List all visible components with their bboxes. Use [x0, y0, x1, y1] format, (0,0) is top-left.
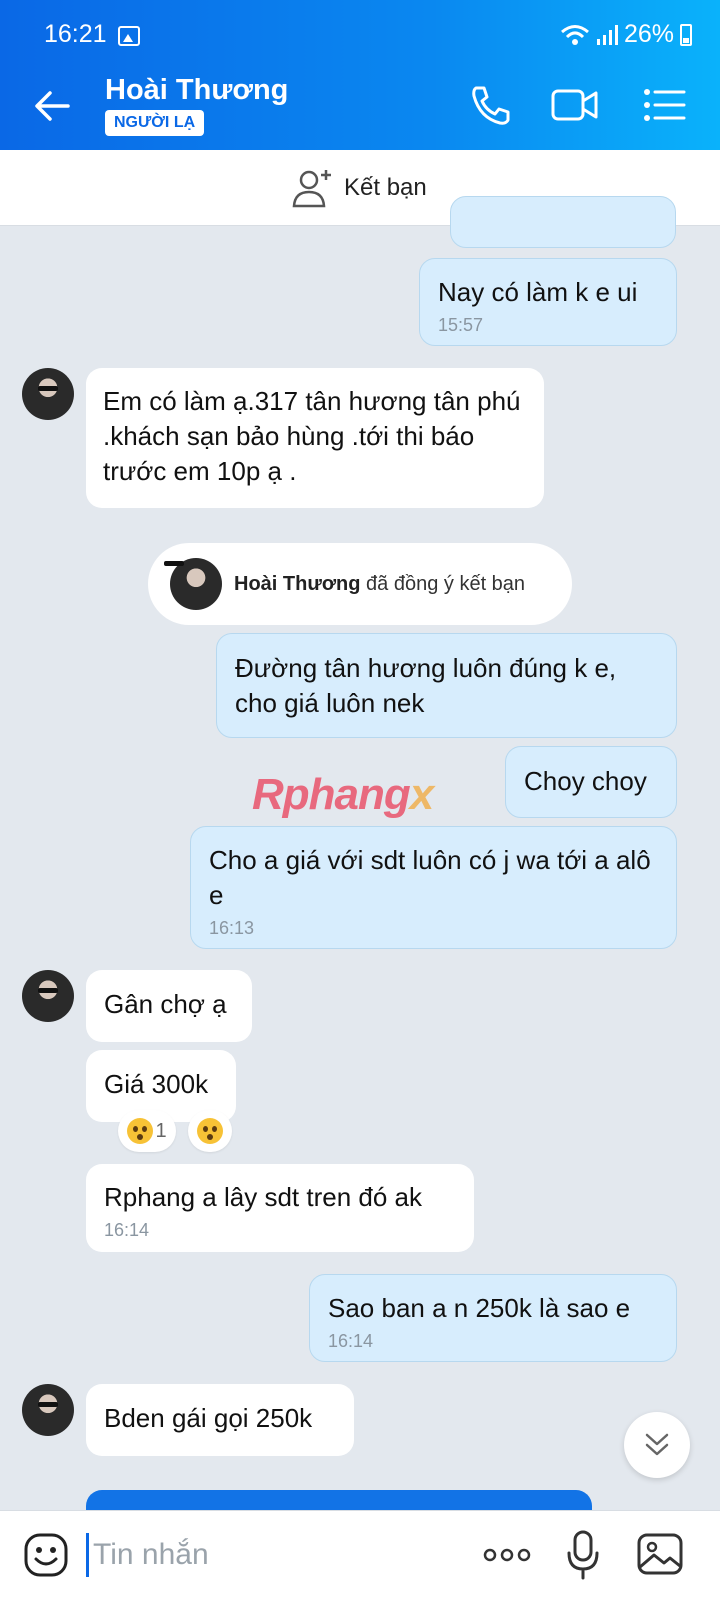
message-text: Cho a giá với sdt luôn có j wa tới a alô… [209, 845, 651, 910]
message-text: Đường tân hương luôn đúng k e, cho giá l… [235, 653, 617, 718]
message-bubble[interactable]: Em có làm ạ.317 tân hương tân phú .khách… [86, 368, 544, 508]
friend-accepted-notice: Hoài Thương đã đồng ý kết bạn [148, 543, 572, 625]
reaction-count: 1 [155, 1119, 167, 1142]
message-text: Nay có làm k e ui [438, 277, 638, 307]
message-time: 16:14 [328, 1331, 374, 1351]
watermark-part2: x [409, 770, 435, 819]
wifi-icon [560, 24, 589, 45]
stranger-badge: NGƯỜI LẠ [105, 110, 205, 136]
double-chevron-down-icon [645, 1433, 669, 1456]
menu-list-icon[interactable] [640, 82, 690, 128]
phone-call-icon[interactable] [466, 82, 516, 128]
message-bubble[interactable]: Sao ban a n 250k là sao e 16:14 [309, 1274, 677, 1362]
message-text: Sao ban a n 250k là sao e [328, 1293, 631, 1323]
contact-avatar[interactable] [22, 368, 74, 420]
contact-avatar[interactable] [22, 1384, 74, 1436]
message-time: 16:14 [104, 1220, 150, 1240]
notice-text: Hoài Thương đã đồng ý kết bạn [234, 573, 525, 596]
notice-name: Hoài Thương [234, 572, 361, 595]
top-bar: 16:21 26% Hoài Thương NGƯỜI LẠ [0, 0, 720, 150]
add-reaction-button[interactable] [188, 1110, 232, 1152]
message-time: 16:13 [209, 918, 255, 938]
contact-name[interactable]: Hoài Thương [105, 74, 288, 107]
surprised-emoji-icon [127, 1118, 154, 1144]
add-friend-label: Kết bạn [344, 174, 427, 201]
status-time: 16:21 [44, 20, 107, 48]
surprised-emoji-icon [197, 1118, 223, 1144]
add-friend-button[interactable]: Kết bạn [292, 168, 427, 208]
message-bubble[interactable]: Choy choy [505, 746, 677, 818]
add-person-icon [292, 170, 331, 208]
message-input[interactable] [86, 1533, 466, 1577]
microphone-icon[interactable] [566, 1529, 600, 1581]
message-text: Gân chợ ạ [104, 989, 227, 1019]
signal-icon [596, 24, 618, 45]
message-text: Choy choy [524, 766, 647, 796]
message-input-bar [0, 1510, 720, 1600]
notice-message: đã đồng ý kết bạn [366, 572, 526, 595]
message-text: Rphang a lây sdt tren đó ak [104, 1182, 422, 1212]
message-text: Bden gái gọi 250k [104, 1403, 313, 1433]
reaction-badge[interactable]: 1 [118, 1110, 176, 1152]
message-text: Em có làm ạ.317 tân hương tân phú .khách… [103, 386, 521, 486]
message-text: Giá 300k [104, 1069, 209, 1099]
message-bubble[interactable]: Đường tân hương luôn đúng k e, cho giá l… [216, 633, 677, 738]
status-right: 26% [560, 20, 692, 49]
emoji-sticker-icon[interactable] [22, 1531, 70, 1579]
video-call-icon[interactable] [550, 82, 600, 128]
more-options-icon[interactable] [482, 1541, 532, 1569]
gallery-notification-icon [118, 26, 140, 46]
chat-header: Hoài Thương NGƯỜI LẠ [0, 62, 720, 150]
message-time: 15:57 [438, 315, 484, 335]
message-bubble[interactable]: Bden gái gọi 250k [86, 1384, 354, 1456]
status-bar: 16:21 26% [0, 0, 720, 62]
message-bubble[interactable]: Gân chợ ạ [86, 970, 252, 1042]
message-bubble-partial[interactable] [450, 196, 676, 248]
back-arrow-icon[interactable] [30, 84, 74, 128]
contact-avatar[interactable] [22, 970, 74, 1022]
watermark-logo: Rphangx [252, 770, 435, 820]
battery-percent: 26% [623, 20, 674, 48]
contact-avatar[interactable] [170, 558, 222, 610]
watermark-part1: Rphang [252, 770, 411, 819]
image-gallery-icon[interactable] [636, 1531, 684, 1577]
message-bubble[interactable]: Cho a giá với sdt luôn có j wa tới a alô… [190, 826, 677, 949]
message-bubble[interactable]: Nay có làm k e ui 15:57 [419, 258, 677, 346]
message-bubble[interactable]: Rphang a lây sdt tren đó ak 16:14 [86, 1164, 474, 1252]
scroll-to-bottom-button[interactable] [624, 1412, 690, 1478]
battery-icon [680, 23, 692, 46]
